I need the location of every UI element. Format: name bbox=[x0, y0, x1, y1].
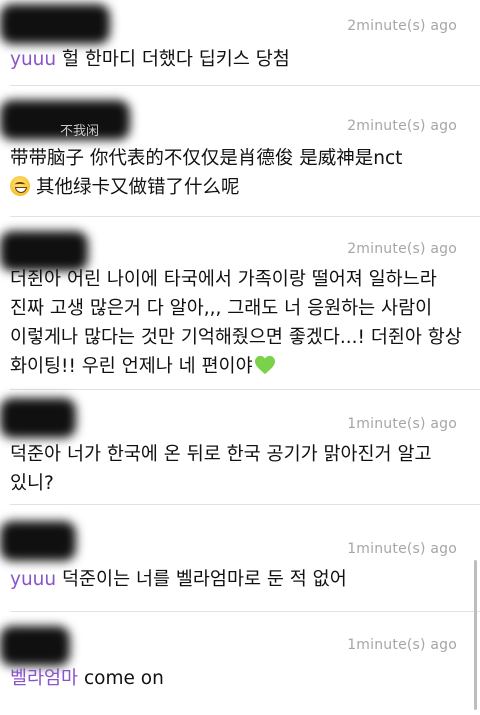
comment-item[interactable]: 1minute(s) ago 벨라엄마 come on bbox=[0, 612, 480, 715]
comment-item[interactable]: 1minute(s) ago 덕준아 너가 한국에 온 뒤로 한국 공기가 맑아… bbox=[0, 390, 480, 504]
comment-text: 덕준아 너가 한국에 온 뒤로 한국 공기가 맑아진거 알고 있니? bbox=[10, 440, 468, 498]
reply-mention[interactable]: 벨라엄마 bbox=[10, 668, 78, 689]
comment-timestamp: 2minute(s) ago bbox=[347, 241, 457, 257]
comment-item[interactable]: 不我闲 2minute(s) ago 带带脑子 你代表的不仅仅是肖德俊 是威神是… bbox=[0, 86, 480, 216]
comment-timestamp: 1minute(s) ago bbox=[347, 416, 457, 432]
comment-list: 2minute(s) ago yuuu 헐 한마디 더했다 딥키스 당첨 不我闲… bbox=[0, 0, 480, 715]
comment-body: 헐 한마디 더했다 딥키스 당첨 bbox=[56, 49, 290, 70]
comment-item[interactable]: 2minute(s) ago yuuu 헐 한마디 더했다 딥키스 당첨 bbox=[0, 0, 480, 85]
redacted-username bbox=[0, 4, 110, 44]
comment-body-continued: 其他绿卡又做错了什么呢 bbox=[36, 177, 240, 198]
redacted-username bbox=[0, 521, 76, 561]
redacted-username bbox=[0, 398, 76, 438]
green-heart-emoji bbox=[254, 355, 275, 375]
comment-body: 带带脑子 你代表的不仅仅是肖德俊 是威神是nct bbox=[10, 148, 403, 169]
comment-timestamp: 2minute(s) ago bbox=[347, 118, 457, 134]
comment-text: yuuu 헐 한마디 더했다 딥키스 당첨 bbox=[10, 45, 468, 74]
comment-body: come on bbox=[78, 668, 164, 689]
comment-timestamp: 2minute(s) ago bbox=[347, 18, 457, 34]
comment-text: 벨라엄마 come on bbox=[10, 664, 468, 693]
comment-body: 더쥔아 어린 나이에 타국에서 가족이랑 떨어져 일하느라 진짜 고생 많은거 … bbox=[10, 269, 468, 377]
scrollbar[interactable] bbox=[474, 560, 477, 710]
reply-mention[interactable]: yuuu bbox=[10, 569, 56, 590]
comment-text: 더쥔아 어린 나이에 타국에서 가족이랑 떨어져 일하느라 진짜 고생 많은거 … bbox=[10, 265, 468, 381]
comment-body: 덕준이는 너를 벨라엄마로 둔 적 없어 bbox=[56, 569, 347, 590]
reply-mention[interactable]: yuuu bbox=[10, 49, 56, 70]
redacted-username bbox=[0, 626, 70, 666]
comment-text: 带带脑子 你代表的不仅仅是肖德俊 是威神是nct 其他绿卡又做错了什么呢 bbox=[10, 144, 468, 202]
username-ghost: 不我闲 bbox=[60, 124, 100, 139]
sweat-smile-emoji bbox=[10, 176, 30, 196]
comment-item[interactable]: 1minute(s) ago yuuu 덕준이는 너를 벨라엄마로 둔 적 없어 bbox=[0, 505, 480, 611]
comment-timestamp: 1minute(s) ago bbox=[347, 541, 457, 557]
comment-item[interactable]: 2minute(s) ago 더쥔아 어린 나이에 타국에서 가족이랑 떨어져 … bbox=[0, 217, 480, 389]
comment-text: yuuu 덕준이는 너를 벨라엄마로 둔 적 없어 bbox=[10, 565, 468, 594]
comment-body: 덕준아 너가 한국에 온 뒤로 한국 공기가 맑아진거 알고 있니? bbox=[10, 444, 438, 494]
comment-timestamp: 1minute(s) ago bbox=[347, 637, 457, 653]
